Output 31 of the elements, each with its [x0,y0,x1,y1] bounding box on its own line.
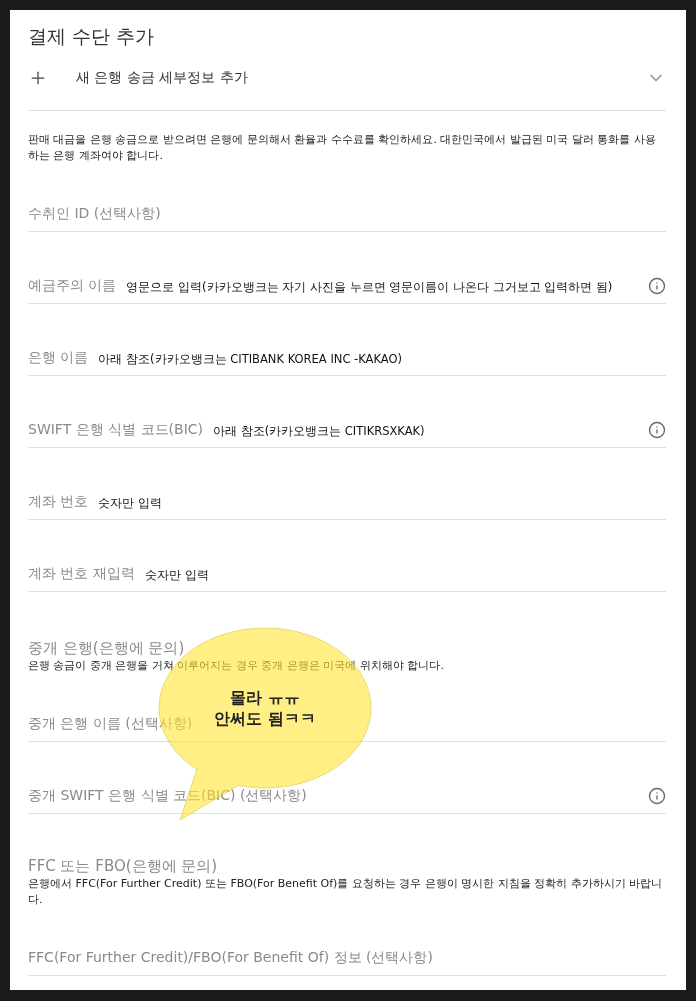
text-field[interactable]: 은행 이름 아래 참조(카카오뱅크는 CITIBANK KOREA INC -KAKAO) [28,304,666,376]
annotation-text: 아래 참조(카카오뱅크는 CITIKRSXKAK) [213,424,426,439]
text-field[interactable]: 계좌 번호 재입력 숫자만 입력 [28,520,666,592]
text-field[interactable]: 예금주의 이름 영문으로 입력(카카오뱅크는 자기 사진을 누르면 영문이름이 나온다 그거보고 입력하면 됨) [28,232,666,304]
callout-text: 몰라 ㅠㅠ [230,688,300,709]
field-label: 예금주의 이름 [28,277,117,295]
annotation-text: 아래 참조(카카오뱅크는 CITIBANK KOREA INC -KAKAO) [98,352,403,367]
text-field[interactable]: 수취인 ID (선택사항) [28,160,666,232]
field-label: FFC(For Further Credit)/FBO(For Benefit Of) 정보 (선택사항) [28,949,433,967]
callout-text: 안써도 됨ㅋㅋ [214,709,316,730]
annotation-text: 영문으로 입력(카카오뱅크는 자기 사진을 누르면 영문이름이 나온다 그거보고 입력하면 됨) [126,280,614,295]
text-field[interactable]: 계좌 번호 숫자만 입력 [28,448,666,520]
page-title: 결제 수단 추가 [28,24,156,48]
field-label: 계좌 번호 [28,493,89,511]
field-label: SWIFT 은행 식별 코드(BIC) [28,421,203,439]
field-label: 은행 이름 [28,349,89,367]
section-title: 중개 은행(은행에 문의) [28,638,186,658]
section-title: FFC 또는 FBO(은행에 문의) [28,856,219,876]
add-bank-row[interactable]: 새 은행 송금 세부정보 추가 [28,56,666,111]
info-icon[interactable] [648,277,666,295]
info-icon[interactable] [648,421,666,439]
text-field[interactable]: FFC(For Further Credit)/FBO(For Benefit Of) 정보 (선택사항) [28,908,666,976]
field-label: 계좌 번호 재입력 [28,565,135,583]
text-field[interactable]: SWIFT 은행 식별 코드(BIC) 아래 참조(카카오뱅크는 CITIKRSXKAK) [28,376,666,448]
annotation-text: 숫자만 입력 [144,568,210,583]
field-label: 수취인 ID (선택사항) [28,205,161,223]
annotation-text: 숫자만 입력 [98,496,164,511]
add-bank-label: 새 은행 송금 세부정보 추가 [76,69,249,87]
section-help: 은행에서 FFC(For Further Credit) 또는 FBO(For Benefit Of)를 요청하는 경우 은행이 명시한 지침을 정확히 추가하시기 바랍니다. [28,876,664,908]
info-icon[interactable] [648,787,666,805]
notice-text: 판매 대금을 은행 송금으로 받으려면 은행에 문의해서 환율과 수수료를 확인하세요. 대한민국에서 발급된 미국 달러 통화를 사용하는 은행 계좌여야 합니다. [28,132,657,160]
